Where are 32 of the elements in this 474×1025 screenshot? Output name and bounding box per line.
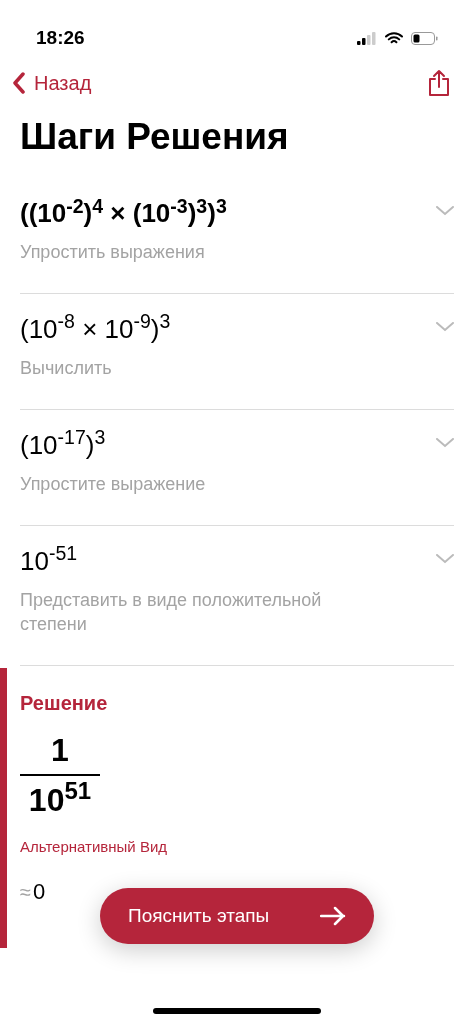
step-expression: (10$^{-8}$ × 10$^{-9}$)$^{3}$ [20,310,171,346]
signal-icon [357,31,377,45]
chevron-down-icon [436,206,454,217]
step-description: Вычислить [20,357,113,380]
alternative-heading: Альтернативный Вид [20,837,168,857]
fraction-denominator: 10$^{51}$ [28,780,92,820]
wifi-icon [385,31,403,45]
step-expression: 10$^{-51}$ [20,541,79,578]
chevron-down-icon [436,322,454,332]
step-description: Упростить выражения [20,241,206,265]
chevron-left-icon [12,72,26,94]
approx-sign: ≈ [20,879,31,905]
arrow-right-icon [320,906,346,926]
step-item[interactable]: 10$^{-51}$ Представить в виде положительной степени [20,525,454,666]
step-item[interactable]: (10$^{-8}$ × 10$^{-9}$)$^{3}$ Вычислить [20,294,454,410]
step-description: Представить в виде положительной степени [20,588,323,637]
fraction-numerator: 1 [51,731,69,770]
back-button[interactable]: Назад [12,68,92,98]
page-title: Шаги Решения [19,115,290,159]
step-expression: (10$^{-17}$)$^{3}$ [20,425,107,462]
battery-icon [411,31,438,45]
step-expression: ((10$^{-2}$)$^{4}$ × (10$^{-3}$)$^{3}$)$^{3}$ [20,194,227,231]
step-description: Упростите выражение [20,472,206,496]
chevron-down-icon [436,437,454,448]
explain-steps-button[interactable]: Пояснить этапы [100,888,374,944]
approx-value: 0 [33,877,46,906]
share-icon [428,69,450,97]
step-item[interactable]: (10$^{-17}$)$^{3}$ Упростите выражение [20,409,454,526]
status-time: 18:26 [36,25,85,50]
solution-heading: Решение [20,691,109,716]
step-item[interactable]: ((10$^{-2}$)$^{4}$ × (10$^{-3}$)$^{3}$)$^{3}$ Упростить выражения [20,178,454,294]
chevron-down-icon [436,553,454,564]
